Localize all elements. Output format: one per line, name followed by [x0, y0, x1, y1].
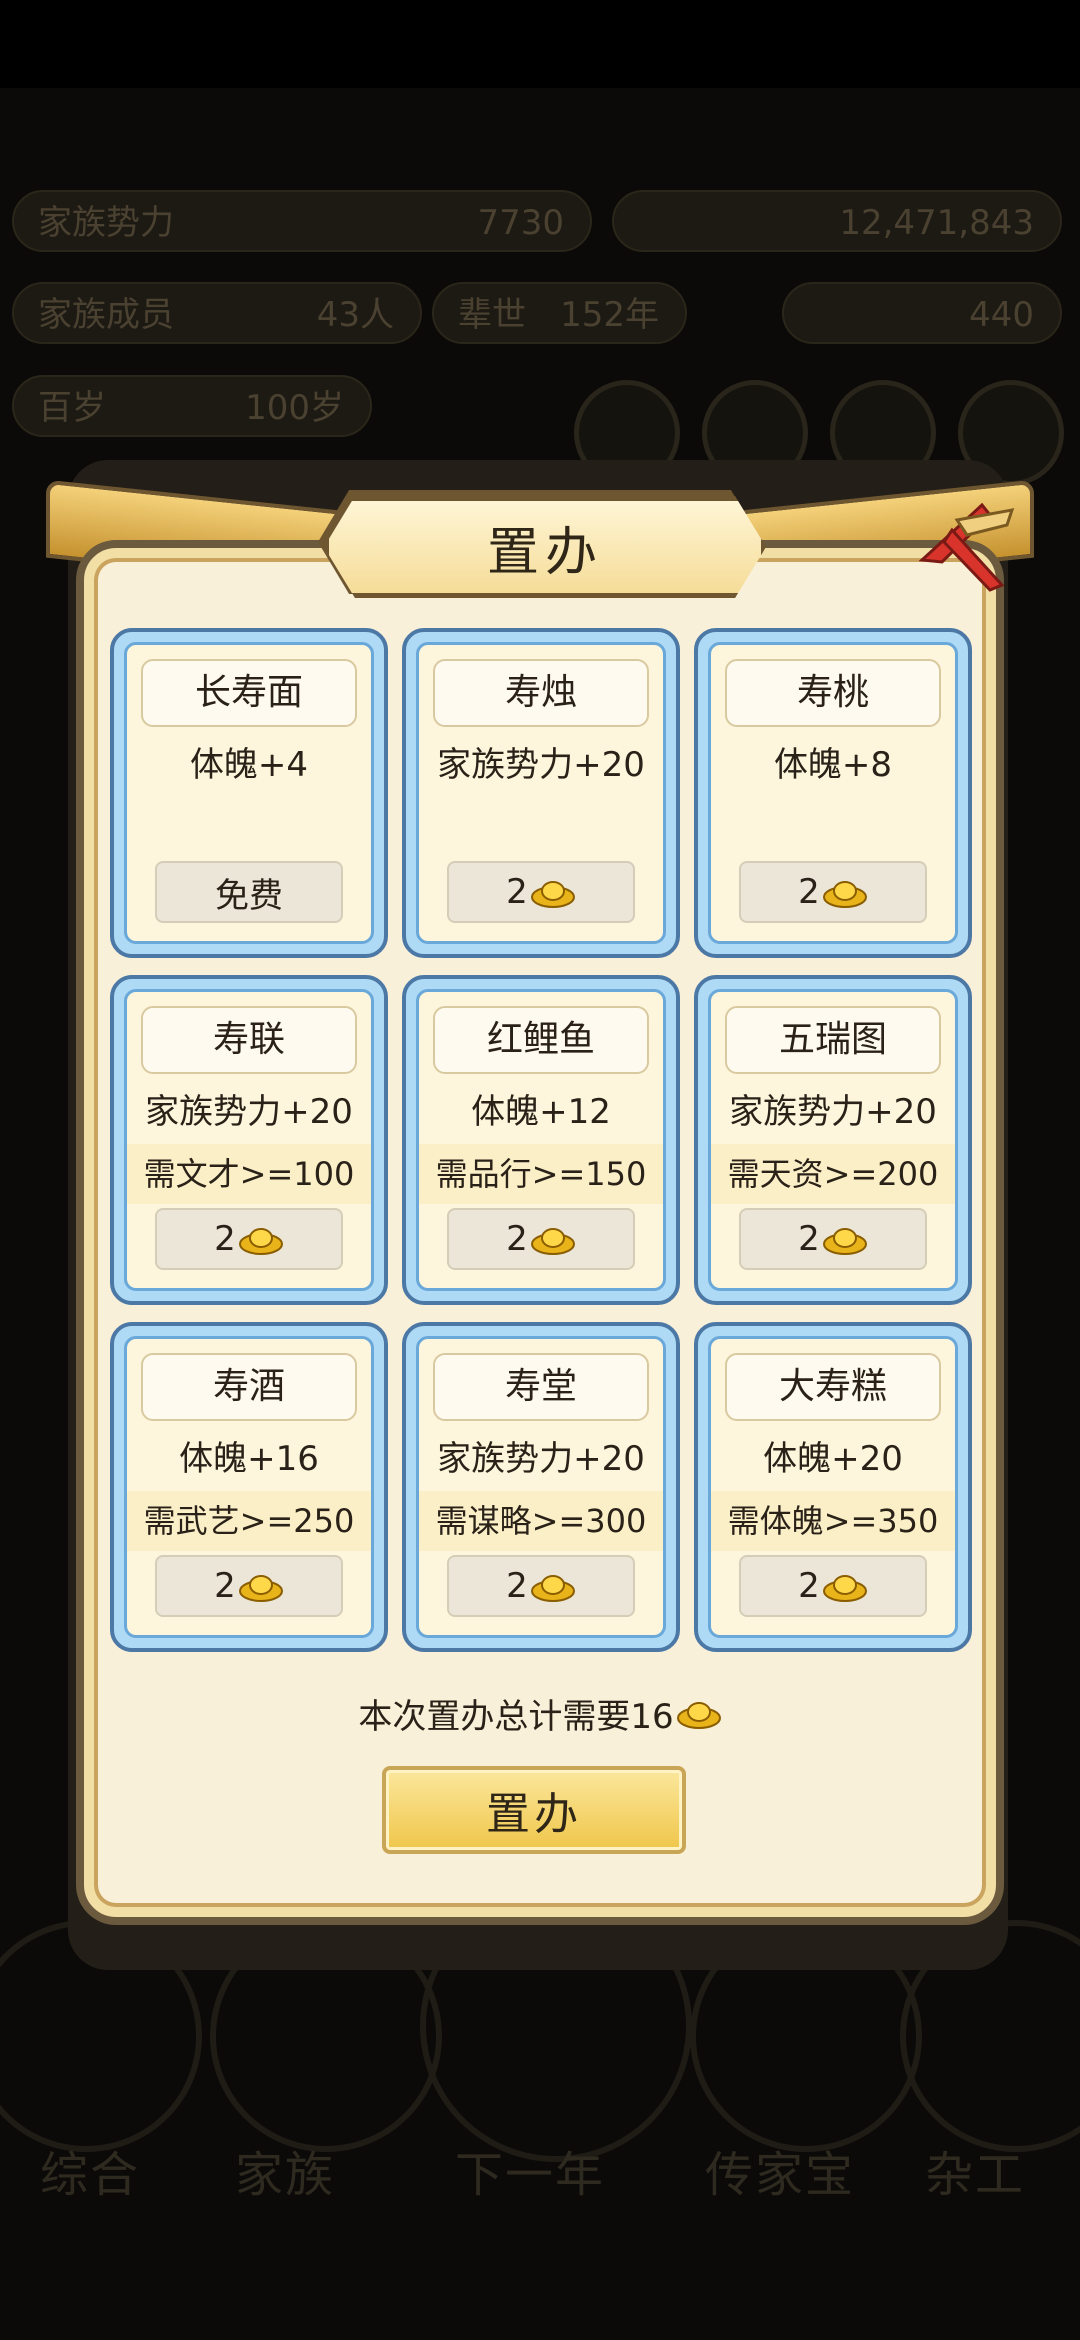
gold-ingot-icon — [238, 1575, 283, 1602]
item-card[interactable]: 长寿面体魄+4 免费 — [110, 628, 388, 958]
item-cost-button[interactable]: 2 — [447, 1555, 635, 1617]
confirm-purchase-button[interactable]: 置办 — [382, 1766, 686, 1854]
item-cost: 免费 — [215, 875, 283, 916]
item-effect: 家族势力+20 — [729, 1092, 937, 1132]
bg-bar-value: 12,471,843 — [839, 203, 1034, 243]
item-effect: 体魄+20 — [763, 1439, 903, 1479]
item-effect: 家族势力+20 — [437, 745, 645, 785]
gold-ingot-icon — [822, 1228, 867, 1255]
bg-nav-label: 下一年 — [455, 2147, 606, 2203]
item-card[interactable]: 寿堂家族势力+20 需谋略>=300 2 — [402, 1322, 680, 1652]
item-card-body: 红鲤鱼体魄+12 需品行>=150 2 — [416, 989, 666, 1291]
bg-years-bar: 辈世 152年 — [432, 282, 687, 344]
gold-ingot-icon — [238, 1228, 283, 1255]
item-name: 大寿糕 — [725, 1353, 941, 1421]
item-requirement: 需谋略>=300 — [419, 1491, 663, 1551]
item-effect: 体魄+12 — [471, 1092, 611, 1132]
bg-bar-label: 家族势力 — [38, 203, 174, 243]
item-card[interactable]: 寿酒体魄+16 需武艺>=250 2 — [110, 1322, 388, 1652]
bg-nav-label: 传家宝 — [705, 2147, 856, 2203]
item-cost: 2 — [214, 1566, 236, 1606]
gold-ingot-icon — [530, 881, 575, 908]
item-requirement: 需文才>=100 — [127, 1144, 371, 1204]
bg-bar-value: 440 — [969, 295, 1034, 335]
item-effect: 家族势力+20 — [145, 1092, 353, 1132]
item-card-body: 寿联家族势力+20 需文才>=100 2 — [124, 989, 374, 1291]
item-card[interactable]: 寿联家族势力+20 需文才>=100 2 — [110, 975, 388, 1305]
bg-age-bar: 百岁 100岁 — [12, 375, 372, 437]
item-cost-button[interactable]: 免费 — [155, 861, 343, 923]
status-bar — [0, 0, 1080, 88]
item-requirement: 需品行>=150 — [419, 1144, 663, 1204]
item-requirement: 需体魄>=350 — [711, 1491, 955, 1551]
gold-ingot-icon — [676, 1702, 721, 1729]
total-cost-line: 本次置办总计需要16 — [76, 1688, 1004, 1738]
item-card-body: 大寿糕体魄+20 需体魄>=350 2 — [708, 1336, 958, 1638]
gold-ingot-icon — [822, 881, 867, 908]
item-requirement: 需武艺>=250 — [127, 1491, 371, 1551]
gold-ingot-icon — [530, 1228, 575, 1255]
bg-currency-bar: 12,471,843 — [612, 190, 1062, 252]
item-cost: 2 — [506, 1566, 528, 1606]
close-icon — [918, 502, 1015, 592]
item-effect: 体魄+8 — [773, 745, 893, 785]
item-cost: 2 — [506, 872, 528, 912]
item-cost-button[interactable]: 2 — [739, 1208, 927, 1270]
item-cost-button[interactable]: 2 — [739, 861, 927, 923]
bg-bar-value: 100岁 — [245, 388, 344, 428]
item-effect: 体魄+16 — [179, 1439, 319, 1479]
item-effect: 体魄+4 — [189, 745, 309, 785]
item-effect: 家族势力+20 — [437, 1439, 645, 1479]
item-cost-button[interactable]: 2 — [739, 1555, 927, 1617]
bg-bar-label: 百岁 — [38, 388, 106, 428]
item-card[interactable]: 五瑞图家族势力+20 需天资>=200 2 — [694, 975, 972, 1305]
item-name: 寿堂 — [433, 1353, 649, 1421]
item-cost: 2 — [798, 872, 820, 912]
gold-ingot-icon — [530, 1575, 575, 1602]
item-requirement: 需天资>=200 — [711, 1144, 955, 1204]
item-cost: 2 — [214, 1219, 236, 1259]
item-card-body: 寿酒体魄+16 需武艺>=250 2 — [124, 1336, 374, 1638]
item-card[interactable]: 寿桃体魄+8 2 — [694, 628, 972, 958]
item-cost-button[interactable]: 2 — [447, 861, 635, 923]
bg-gold-bar: 440 — [782, 282, 1062, 344]
bg-family-power-bar: 家族势力 7730 — [12, 190, 592, 252]
item-name: 寿联 — [141, 1006, 357, 1074]
item-cost-button[interactable]: 2 — [155, 1555, 343, 1617]
item-card-body: 寿桃体魄+8 2 — [708, 642, 958, 944]
item-name: 寿烛 — [433, 659, 649, 727]
modal-title: 置办 — [486, 522, 603, 583]
bg-bar-value: 7730 — [477, 203, 564, 243]
bg-bar-value: 43人 — [316, 295, 394, 335]
bg-nav-label: 杂工 — [925, 2147, 1026, 2203]
bg-nav-label: 家族 — [235, 2147, 336, 2203]
item-cost: 2 — [798, 1219, 820, 1259]
confirm-button-label: 置办 — [486, 1789, 582, 1840]
item-name: 寿酒 — [141, 1353, 357, 1421]
bg-bar-value: 152年 — [560, 295, 659, 335]
item-card-body: 五瑞图家族势力+20 需天资>=200 2 — [708, 989, 958, 1291]
item-card[interactable]: 红鲤鱼体魄+12 需品行>=150 2 — [402, 975, 680, 1305]
item-cost: 2 — [798, 1566, 820, 1606]
close-button[interactable] — [912, 490, 1032, 610]
item-card[interactable]: 寿烛家族势力+20 2 — [402, 628, 680, 958]
bg-members-bar: 家族成员 43人 — [12, 282, 422, 344]
item-card-body: 寿堂家族势力+20 需谋略>=300 2 — [416, 1336, 666, 1638]
item-name: 五瑞图 — [725, 1006, 941, 1074]
item-cost-button[interactable]: 2 — [447, 1208, 635, 1270]
item-card-body: 长寿面体魄+4 免费 — [124, 642, 374, 944]
modal-title-plate: 置办 — [324, 496, 766, 598]
item-card-body: 寿烛家族势力+20 2 — [416, 642, 666, 944]
item-name: 长寿面 — [141, 659, 357, 727]
gold-ingot-icon — [822, 1575, 867, 1602]
bg-nav-label: 综合 — [40, 2147, 141, 2203]
item-name: 红鲤鱼 — [433, 1006, 649, 1074]
item-card[interactable]: 大寿糕体魄+20 需体魄>=350 2 — [694, 1322, 972, 1652]
bg-bar-label: 家族成员 — [38, 295, 174, 335]
item-cost: 2 — [506, 1219, 528, 1259]
bg-bar-label: 辈世 — [458, 295, 526, 335]
item-cost-button[interactable]: 2 — [155, 1208, 343, 1270]
item-name: 寿桃 — [725, 659, 941, 727]
total-cost-text: 本次置办总计需要16 — [358, 1696, 674, 1737]
